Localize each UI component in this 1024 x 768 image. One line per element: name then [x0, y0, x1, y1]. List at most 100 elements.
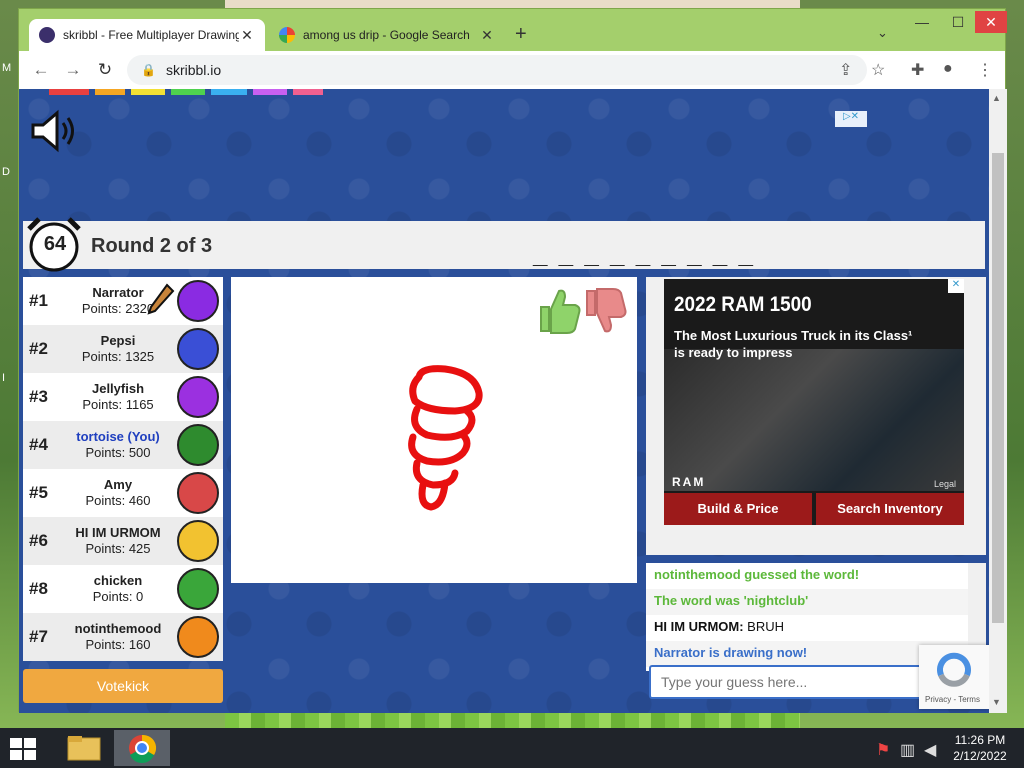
player-points: Points: 425 [85, 541, 151, 556]
desktop-icon-label: D [2, 166, 10, 178]
avatar [177, 616, 219, 658]
volume-muted-icon[interactable]: ◀ [924, 740, 940, 759]
player-rank: #6 [29, 531, 48, 550]
player-rank: #8 [29, 579, 48, 598]
chat-message: HI IM URMOM: BRUH [646, 615, 986, 641]
maximize-button[interactable]: ☐ [943, 11, 973, 33]
pencil-icon [147, 283, 175, 315]
recaptcha-badge[interactable]: Privacy - Terms [919, 645, 989, 709]
thumbs-up-icon[interactable] [540, 289, 581, 334]
browser-toolbar: ← → ↻ 🔒 skribbl.io ⇪ ☆ ✚ ● ⋮ [19, 51, 1005, 89]
address-bar[interactable]: 🔒 skribbl.io [127, 55, 867, 85]
chat-author: HI IM URMOM: [654, 619, 744, 634]
forward-arrow-icon[interactable]: → [57, 60, 89, 80]
desktop-icon-label: M [2, 62, 12, 74]
truck-interior-image [664, 349, 964, 491]
player-row[interactable]: #8 chicken Points: 0 [23, 565, 223, 613]
chat-message: The word was 'nightclub' [646, 589, 986, 615]
close-icon[interactable]: ✕ [239, 27, 255, 44]
back-arrow-icon[interactable]: ← [25, 60, 57, 80]
profile-avatar-icon[interactable]: ● [943, 60, 953, 78]
player-points: Points: 1325 [81, 349, 155, 364]
player-points: Points: 0 [92, 589, 144, 604]
votekick-button[interactable]: Votekick [23, 669, 223, 703]
player-points: Points: 500 [85, 445, 151, 460]
ad-choices-icon[interactable]: ▷✕ [835, 111, 867, 127]
minimize-button[interactable]: — [907, 11, 937, 33]
ram-advertisement[interactable]: 2022 RAM 1500 The Most Luxurious Truck i… [664, 279, 964, 525]
ad-close-icon[interactable]: ✕ [948, 279, 964, 293]
guess-input[interactable] [649, 665, 929, 699]
avatar [177, 568, 219, 610]
new-tab-plus-icon[interactable]: + [515, 23, 527, 46]
avatar [177, 424, 219, 466]
avatar [177, 472, 219, 514]
thumbs-down-icon[interactable] [586, 288, 627, 333]
scroll-thumb[interactable] [992, 153, 1004, 623]
network-icon[interactable]: ▥ [900, 740, 916, 759]
player-row[interactable]: #5 Amy Points: 460 [23, 469, 223, 517]
ram-logo-icon: RAM [672, 475, 706, 489]
clock-date: 2/12/2022 [953, 749, 1007, 763]
chat-message: notinthemood guessed the word! [646, 563, 986, 589]
window-close-button[interactable]: ✕ [975, 11, 1007, 33]
bookmark-star-icon[interactable]: ☆ [871, 60, 885, 80]
page-scrollbar[interactable]: ▲ ▼ [989, 89, 1007, 713]
tab-skribbl[interactable]: skribbl - Free Multiplayer Drawing ✕ [29, 19, 265, 51]
ad-legal-link[interactable]: Legal [934, 479, 956, 489]
scroll-up-icon[interactable]: ▲ [992, 93, 1001, 103]
menu-kebab-icon[interactable]: ⋮ [977, 60, 993, 80]
player-row[interactable]: #2 Pepsi Points: 1325 [23, 325, 223, 373]
player-rank: #5 [29, 483, 48, 502]
skribbl-favicon-icon [39, 27, 55, 43]
word-hint: _ _ _ _ _ _ _ _ _ [533, 239, 755, 269]
action-center-flag-icon[interactable]: ⚑ [876, 740, 892, 759]
google-favicon-icon [279, 27, 295, 43]
speaker-icon[interactable] [29, 109, 79, 153]
extensions-puzzle-icon[interactable]: ✚ [911, 60, 924, 80]
lock-icon: 🔒 [141, 63, 156, 77]
player-name: Jellyfish [91, 381, 145, 396]
taskbar: ⚑ ▥ ◀ 11:26 PM 2/12/2022 [0, 728, 1024, 768]
windows-start-icon[interactable] [8, 736, 38, 762]
browser-window: skribbl - Free Multiplayer Drawing ✕ amo… [18, 8, 1007, 713]
close-icon[interactable]: ✕ [479, 27, 495, 44]
drawing-strokes [408, 365, 483, 511]
player-name: notinthemood [74, 621, 162, 636]
player-row[interactable]: #3 Jellyfish Points: 1165 [23, 373, 223, 421]
build-price-button[interactable]: Build & Price [664, 493, 812, 525]
player-row[interactable]: #6 HI IM URMOM Points: 425 [23, 517, 223, 565]
player-row[interactable]: #4 tortoise (You) Points: 500 [23, 421, 223, 469]
player-rank: #7 [29, 627, 48, 646]
ad-subtitle: The Most Luxurious Truck in its Class¹ i… [674, 328, 913, 360]
player-rank: #3 [29, 387, 48, 406]
avatar [177, 376, 219, 418]
round-timer: 64 [43, 233, 67, 255]
taskbar-clock[interactable]: 11:26 PM 2/12/2022 [944, 732, 1016, 764]
player-rank: #1 [29, 291, 48, 310]
file-explorer-icon[interactable] [56, 730, 112, 766]
player-row[interactable]: #1 Narrator Points: 2320 [23, 277, 223, 325]
search-inventory-button[interactable]: Search Inventory [816, 493, 964, 525]
share-icon[interactable]: ⇪ [839, 60, 852, 80]
ad-panel: 2022 RAM 1500 The Most Luxurious Truck i… [646, 277, 986, 555]
avatar [177, 328, 219, 370]
player-points: Points: 1165 [82, 397, 154, 412]
player-points: Points: 460 [85, 493, 151, 508]
tab-google-search[interactable]: among us drip - Google Search ✕ [269, 19, 505, 51]
desktop-icon-label: I [2, 372, 6, 384]
url-text: skribbl.io [165, 62, 222, 78]
tab-search-chevron-icon[interactable]: ⌄ [877, 25, 888, 41]
drawing-canvas[interactable] [231, 277, 637, 583]
chrome-icon[interactable] [114, 730, 170, 766]
player-list: #1 Narrator Points: 2320 #2 Pepsi Points… [23, 277, 223, 661]
recaptcha-logo-icon [937, 652, 971, 687]
skribbl-page: ▷✕ 64 Round 2 of 3 _ _ _ _ _ _ _ _ _ #1 … [19, 89, 989, 713]
skribbl-logo-icon [49, 89, 323, 95]
scroll-down-icon[interactable]: ▼ [992, 697, 1001, 707]
tab-title: skribbl - Free Multiplayer Drawing [63, 28, 239, 42]
recaptcha-terms[interactable]: Privacy - Terms [925, 695, 980, 704]
clock-time: 11:26 PM [954, 733, 1006, 747]
reload-icon[interactable]: ↻ [89, 60, 121, 80]
player-row[interactable]: #7 notinthemood Points: 160 [23, 613, 223, 661]
